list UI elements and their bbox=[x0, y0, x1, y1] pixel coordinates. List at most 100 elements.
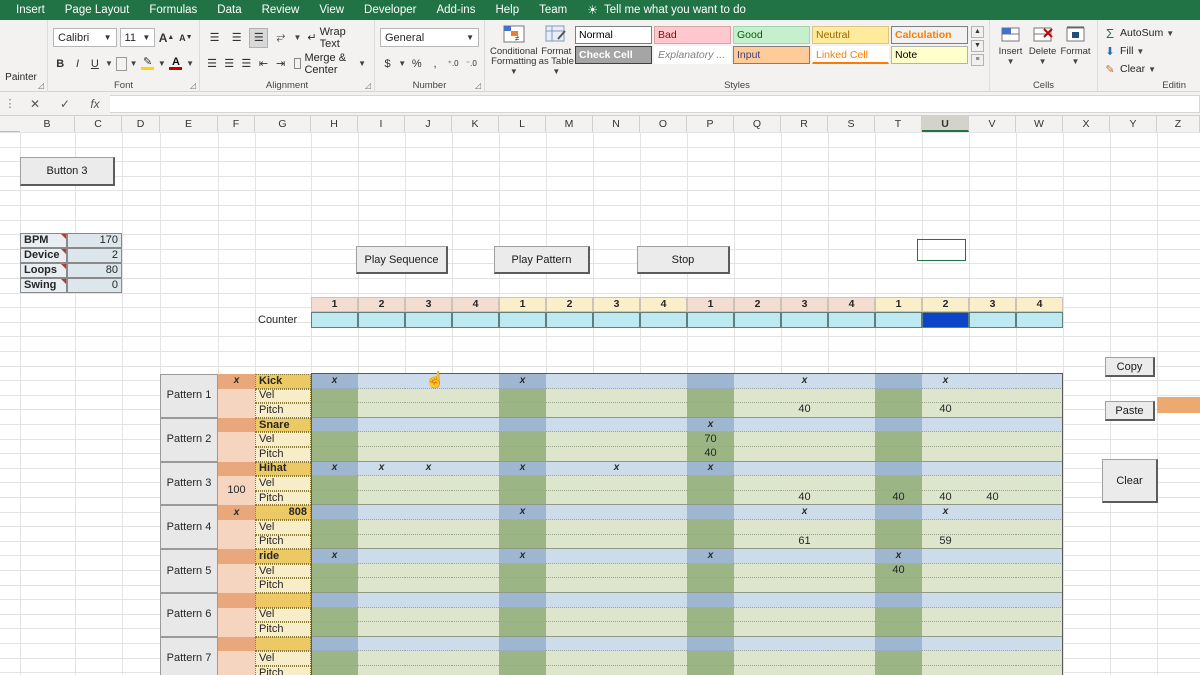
step-pitch-p1-9[interactable] bbox=[687, 403, 734, 418]
step-trigger-p2-10[interactable] bbox=[734, 417, 781, 433]
ribbon[interactable]: Painter ◿ Calibri ▼ 11 ▼ A ▲ A ▼ B I U ▼ ▼… bbox=[0, 20, 1200, 92]
step-vel-p5-2[interactable] bbox=[358, 563, 405, 579]
step-vel-p5-12[interactable] bbox=[828, 563, 875, 579]
play-sequence-button[interactable]: Play Sequence bbox=[356, 246, 448, 274]
step-trigger-p1-5[interactable]: x bbox=[499, 374, 546, 389]
step-trigger-p3-6[interactable] bbox=[546, 461, 593, 477]
column-header-L[interactable]: L bbox=[499, 116, 546, 132]
column-headers[interactable]: BCDEFGHIJKLMNOPQRSTUVWXYZ bbox=[0, 116, 1200, 132]
step-vel-p2-16[interactable] bbox=[1016, 432, 1063, 447]
styles-more-button[interactable]: ≡ bbox=[971, 54, 984, 66]
step-trigger-p1-8[interactable] bbox=[640, 374, 687, 389]
currency-chevron-icon[interactable]: ▼ bbox=[398, 59, 406, 68]
step-pitch-p2-2[interactable] bbox=[358, 447, 405, 462]
step-trigger-p7-12[interactable] bbox=[828, 636, 875, 652]
step-trigger-p7-10[interactable] bbox=[734, 636, 781, 652]
step-trigger-p4-9[interactable] bbox=[687, 505, 734, 520]
step-trigger-p5-8[interactable] bbox=[640, 549, 687, 564]
bold-button[interactable]: B bbox=[53, 54, 67, 74]
step-vel-p1-4[interactable] bbox=[452, 388, 499, 404]
step-pitch-p3-6[interactable] bbox=[546, 490, 593, 506]
counter-step-cell-9[interactable] bbox=[687, 312, 734, 328]
borders-chevron-icon[interactable]: ▼ bbox=[130, 59, 138, 68]
step-pitch-p1-11[interactable]: 40 bbox=[781, 403, 828, 418]
step-pitch-p4-12[interactable] bbox=[828, 534, 875, 550]
column-header-E[interactable]: E bbox=[160, 116, 218, 132]
step-vel-p3-14[interactable] bbox=[922, 476, 969, 491]
step-trigger-p4-2[interactable] bbox=[358, 505, 405, 520]
pattern-enable-1[interactable]: x bbox=[218, 374, 255, 389]
ribbon-tab-team[interactable]: Team bbox=[529, 0, 577, 20]
step-vel-p3-10[interactable] bbox=[734, 476, 781, 491]
instrument-name-4[interactable]: 808 bbox=[255, 505, 311, 520]
step-vel-p2-11[interactable] bbox=[781, 432, 828, 447]
step-vel-p2-12[interactable] bbox=[828, 432, 875, 447]
font-size-input[interactable]: 11 ▼ bbox=[119, 28, 156, 47]
step-trigger-p5-1[interactable]: x bbox=[311, 549, 358, 564]
step-vel-p7-13[interactable] bbox=[875, 651, 922, 666]
orientation-icon[interactable]: ⥂ bbox=[271, 28, 290, 48]
ribbon-tab-review[interactable]: Review bbox=[252, 0, 310, 20]
step-pitch-p6-10[interactable] bbox=[734, 622, 781, 637]
pattern-level-6[interactable] bbox=[218, 607, 255, 637]
style-cell-bad[interactable]: Bad bbox=[654, 26, 731, 44]
step-pitch-p5-2[interactable] bbox=[358, 578, 405, 593]
underline-chevron-icon[interactable]: ▼ bbox=[105, 59, 113, 68]
step-trigger-p2-4[interactable] bbox=[452, 417, 499, 433]
step-trigger-p4-10[interactable] bbox=[734, 505, 781, 520]
pattern-label-7[interactable]: Pattern 7 bbox=[160, 636, 218, 675]
step-vel-p6-15[interactable] bbox=[969, 607, 1016, 623]
step-trigger-p6-14[interactable] bbox=[922, 593, 969, 608]
step-trigger-p6-9[interactable] bbox=[687, 593, 734, 608]
step-trigger-p4-14[interactable]: x bbox=[922, 505, 969, 520]
step-trigger-p3-16[interactable] bbox=[1016, 461, 1063, 477]
column-header-G[interactable]: G bbox=[255, 116, 311, 132]
function-icon[interactable]: fx bbox=[80, 97, 110, 111]
styles-scroll-down-button[interactable]: ▼ bbox=[971, 40, 984, 52]
step-pitch-p5-7[interactable] bbox=[593, 578, 640, 593]
confirm-icon[interactable]: ✓ bbox=[50, 97, 80, 111]
step-trigger-p2-8[interactable] bbox=[640, 417, 687, 433]
step-vel-p4-16[interactable] bbox=[1016, 520, 1063, 535]
pattern-enable-4[interactable]: x bbox=[218, 505, 255, 520]
step-trigger-p3-7[interactable]: x bbox=[593, 461, 640, 477]
step-trigger-p3-1[interactable]: x bbox=[311, 461, 358, 477]
step-trigger-p2-14[interactable] bbox=[922, 417, 969, 433]
step-trigger-p1-9[interactable] bbox=[687, 374, 734, 389]
step-vel-p2-13[interactable] bbox=[875, 432, 922, 447]
step-trigger-p4-6[interactable] bbox=[546, 505, 593, 520]
step-pitch-p7-12[interactable] bbox=[828, 666, 875, 675]
step-pitch-p2-5[interactable] bbox=[499, 447, 546, 462]
step-trigger-p4-3[interactable] bbox=[405, 505, 452, 520]
step-trigger-p2-2[interactable] bbox=[358, 417, 405, 433]
step-pitch-p4-15[interactable] bbox=[969, 534, 1016, 550]
column-header-N[interactable]: N bbox=[593, 116, 640, 132]
autosum-label[interactable]: AutoSum bbox=[1120, 27, 1163, 39]
cell-styles-gallery[interactable]: Normal Bad Good Neutral Calculation Check Cel… bbox=[575, 26, 968, 66]
step-pitch-p1-3[interactable] bbox=[405, 403, 452, 418]
counter-step-cell-13[interactable] bbox=[875, 312, 922, 328]
instrument-name-5[interactable]: ride bbox=[255, 549, 311, 564]
ribbon-tab-insert[interactable]: Insert bbox=[6, 0, 55, 20]
step-trigger-p7-4[interactable] bbox=[452, 636, 499, 652]
counter-step-cell-7[interactable] bbox=[593, 312, 640, 328]
counter-step-cell-12[interactable] bbox=[828, 312, 875, 328]
pattern-level-3[interactable]: 100 bbox=[218, 476, 255, 506]
instrument-name-6[interactable] bbox=[255, 593, 311, 608]
fill-chevron-icon[interactable]: ▼ bbox=[158, 59, 166, 68]
step-vel-p7-7[interactable] bbox=[593, 651, 640, 666]
step-vel-p1-3[interactable] bbox=[405, 388, 452, 404]
step-pitch-p2-13[interactable] bbox=[875, 447, 922, 462]
step-pitch-p7-4[interactable] bbox=[452, 666, 499, 675]
step-vel-p1-13[interactable] bbox=[875, 388, 922, 404]
font-dialog-launcher[interactable]: ◿ bbox=[190, 81, 196, 90]
step-pitch-p4-11[interactable]: 61 bbox=[781, 534, 828, 550]
step-trigger-p6-13[interactable] bbox=[875, 593, 922, 608]
step-trigger-p3-11[interactable] bbox=[781, 461, 828, 477]
step-trigger-p1-4[interactable] bbox=[452, 374, 499, 389]
step-trigger-p5-15[interactable] bbox=[969, 549, 1016, 564]
step-pitch-p2-6[interactable] bbox=[546, 447, 593, 462]
step-vel-p1-7[interactable] bbox=[593, 388, 640, 404]
step-pitch-p7-6[interactable] bbox=[546, 666, 593, 675]
instrument-name-7[interactable] bbox=[255, 636, 311, 652]
